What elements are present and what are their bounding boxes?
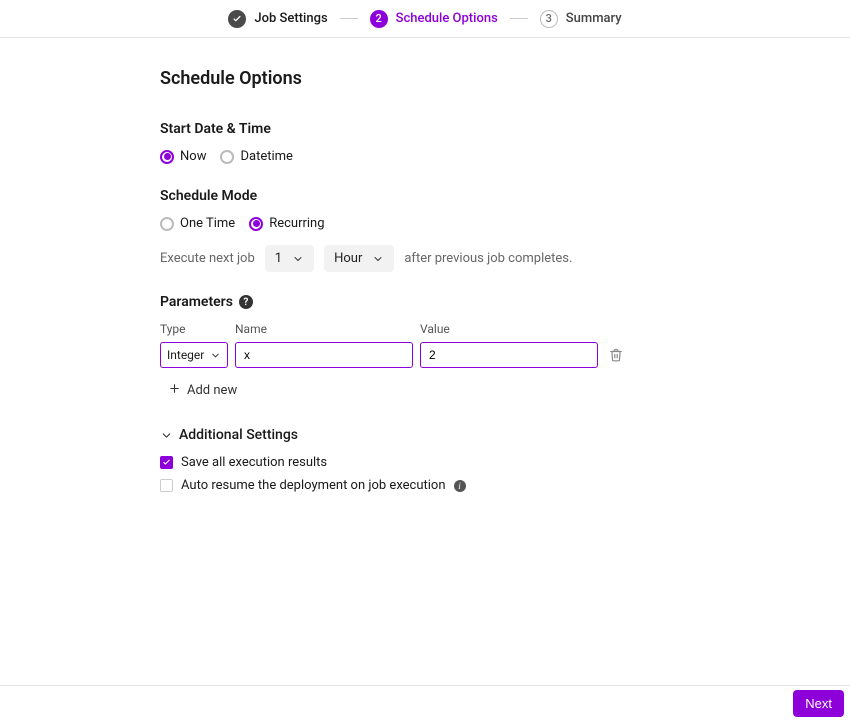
plus-icon [168, 382, 181, 399]
add-new-label: Add new [187, 383, 237, 398]
step-number-icon: 3 [540, 10, 558, 28]
radio-label: Now [180, 149, 206, 164]
schedule-mode-title: Schedule Mode [160, 188, 850, 204]
radio-one-time[interactable]: One Time [160, 216, 235, 231]
step-label: Schedule Options [396, 11, 498, 26]
chevron-down-icon [292, 253, 304, 265]
param-type-select[interactable]: Integer [160, 342, 228, 368]
page-title: Schedule Options [160, 68, 850, 89]
mode-radio-group: One Time Recurring [160, 216, 850, 231]
radio-now[interactable]: Now [160, 149, 206, 164]
start-radio-group: Now Datetime [160, 149, 850, 164]
step-job-settings[interactable]: Job Settings [228, 10, 327, 28]
table-row: Integer [160, 342, 850, 368]
footer-bar: Next [0, 685, 850, 720]
radio-label: One Time [180, 216, 235, 231]
add-new-button[interactable]: Add new [168, 382, 850, 399]
auto-resume-row: Auto resume the deployment on job execut… [160, 478, 850, 493]
param-name-input[interactable] [235, 342, 413, 368]
auto-resume-checkbox[interactable] [160, 479, 173, 492]
radio-icon [220, 150, 234, 164]
additional-settings-list: Save all execution results Auto resume t… [160, 455, 850, 493]
interval-count-select[interactable]: 1 [265, 245, 314, 272]
col-header-type: Type [160, 322, 228, 336]
next-button[interactable]: Next [793, 690, 844, 717]
chevron-down-icon [210, 350, 221, 361]
step-label: Summary [566, 11, 622, 26]
step-schedule-options[interactable]: 2 Schedule Options [370, 10, 498, 28]
help-icon[interactable]: ? [239, 295, 253, 309]
chevron-down-icon [372, 253, 384, 265]
checkbox-label: Save all execution results [181, 455, 327, 470]
chevron-down-icon [160, 429, 173, 442]
parameters-table: Type Name Value Integer [160, 322, 850, 368]
check-circle-icon [228, 10, 246, 28]
parameters-title: Parameters [160, 294, 233, 310]
step-label: Job Settings [254, 11, 327, 26]
select-value: Integer [167, 348, 204, 362]
col-header-name: Name [235, 322, 413, 336]
radio-label: Recurring [269, 216, 324, 231]
radio-icon [160, 217, 174, 231]
stepper-connector [340, 18, 358, 19]
additional-settings-toggle[interactable]: Additional Settings [160, 427, 850, 443]
recurrence-sentence: Execute next job 1 Hour after previous j… [160, 245, 850, 272]
radio-datetime[interactable]: Datetime [220, 149, 292, 164]
stepper-connector [510, 18, 528, 19]
parameters-header: Parameters ? [160, 294, 850, 310]
save-results-row: Save all execution results [160, 455, 850, 470]
param-value-input[interactable] [420, 342, 598, 368]
exec-suffix: after previous job completes. [404, 251, 572, 266]
wizard-stepper: Job Settings 2 Schedule Options 3 Summar… [0, 0, 850, 38]
select-value: Hour [334, 251, 362, 266]
select-value: 1 [275, 251, 282, 266]
table-header-row: Type Name Value [160, 322, 850, 336]
checkbox-label: Auto resume the deployment on job execut… [181, 478, 446, 493]
radio-icon [160, 150, 174, 164]
interval-unit-select[interactable]: Hour [324, 245, 394, 272]
col-header-value: Value [420, 322, 598, 336]
trash-icon[interactable] [609, 348, 623, 362]
main-content: Schedule Options Start Date & Time Now D… [0, 38, 850, 685]
save-results-checkbox[interactable] [160, 456, 173, 469]
radio-label: Datetime [240, 149, 292, 164]
step-number-icon: 2 [370, 10, 388, 28]
additional-settings-label: Additional Settings [179, 427, 298, 443]
radio-recurring[interactable]: Recurring [249, 216, 324, 231]
radio-icon [249, 217, 263, 231]
exec-prefix: Execute next job [160, 251, 255, 266]
step-summary[interactable]: 3 Summary [540, 10, 622, 28]
start-date-time-title: Start Date & Time [160, 121, 850, 137]
info-icon[interactable]: i [454, 480, 466, 492]
